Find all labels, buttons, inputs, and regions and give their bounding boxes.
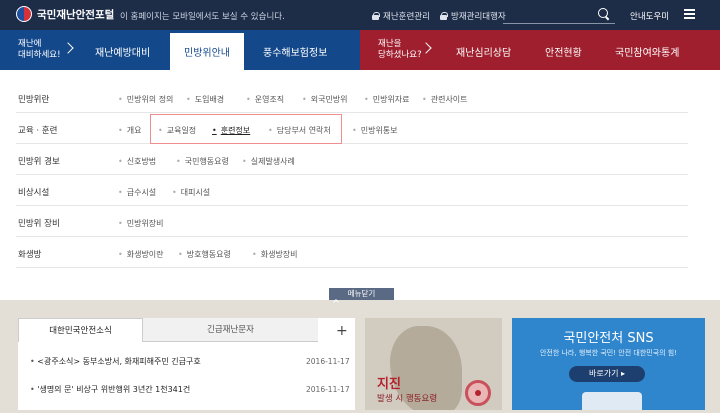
menu-link[interactable]: 민방위자료 xyxy=(364,94,410,105)
row-label: 민방위란 xyxy=(18,95,50,105)
tab-emergency-sms[interactable]: 긴급재난문자 xyxy=(143,318,318,342)
menu-link[interactable]: 화생방장비 xyxy=(252,249,298,260)
nav-item-safety-status[interactable]: 안전현황 xyxy=(545,44,582,59)
menu-link[interactable]: 급수시설 xyxy=(118,187,156,198)
menu-link[interactable]: 관련사이트 xyxy=(422,94,468,105)
menu-row-equipment: 민방위 장비 민방위장비 xyxy=(16,208,688,237)
menu-close-label: 메뉴닫기 xyxy=(347,289,376,298)
nav-left-note: 재난에 대비하세요! xyxy=(18,39,61,60)
tab-safety-news[interactable]: 대한민국안전소식 xyxy=(18,318,143,342)
nav-item-prevention[interactable]: 재난예방대비 xyxy=(95,44,150,59)
earthquake-banner[interactable]: 지진 발생 시 행동요령 xyxy=(365,318,502,410)
agent-link-label: 방재관리대행자 xyxy=(451,12,506,22)
agent-link[interactable]: 방재관리대행자 xyxy=(440,10,506,22)
menu-link[interactable]: 방호행동요령 xyxy=(178,249,231,260)
menu-row-cbr: 화생방 화생방이란 방호행동요령 화생방장비 xyxy=(16,239,688,268)
sns-go-button[interactable]: 바로가기 xyxy=(569,366,645,382)
chevron-up-icon xyxy=(333,299,339,305)
nav-item-civil-defense[interactable]: 민방위안내 xyxy=(170,30,244,70)
row-label: 비상시설 xyxy=(18,188,50,198)
sns-title: 국민안전처 SNS xyxy=(563,331,654,346)
site-logo[interactable]: 국민재난안전포털 xyxy=(16,6,114,22)
earthquake-icon xyxy=(465,380,491,406)
menu-link[interactable]: 외국민방위 xyxy=(302,94,348,105)
banner-title: 지진 xyxy=(377,377,401,392)
lock-icon xyxy=(372,12,380,20)
news-panel: 대한민국안전소식 긴급재난문자 + <광주소식> 동부소방서, 화재피해주민 긴… xyxy=(18,318,355,410)
logo-text: 국민재난안전포털 xyxy=(37,8,115,21)
mobile-notice: 이 홈페이지는 모바일에서도 보실 수 있습니다. xyxy=(120,12,285,22)
menu-link[interactable]: 대피시설 xyxy=(172,187,210,198)
menu-link[interactable]: 민방위의 정의 xyxy=(118,94,174,105)
row-label: 민방위 장비 xyxy=(18,219,60,229)
news-date: 2016-11-17 xyxy=(306,385,350,394)
sns-banner: 국민안전처 SNS 안전한 나라, 행복한 국민! 안전 대한민국의 힘! 바로… xyxy=(512,318,705,410)
more-plus-icon[interactable]: + xyxy=(336,323,348,339)
row-label: 화생방 xyxy=(18,250,42,260)
sns-illustration xyxy=(582,392,642,410)
news-item[interactable]: '생명의 문' 비상구 위반행위 3년간 1천341건 xyxy=(30,384,348,395)
menu-close-button[interactable]: 메뉴닫기 xyxy=(329,288,394,305)
menu-row-alert: 민방위 경보 신호방법 국민행동요령 실제발생사례 xyxy=(16,146,688,175)
menu-link[interactable]: 개요 xyxy=(118,125,142,136)
hamburger-menu-icon[interactable] xyxy=(684,9,695,19)
menu-link[interactable]: 도입배경 xyxy=(186,94,224,105)
training-link[interactable]: 재난훈련관리 xyxy=(372,10,430,22)
row-label: 민방위 경보 xyxy=(18,157,60,167)
menu-row-facilities: 비상시설 급수시설 대피시설 xyxy=(16,177,688,206)
banner-subtitle: 발생 시 행동요령 xyxy=(377,394,438,404)
chevron-right-icon xyxy=(420,42,432,54)
menu-link[interactable]: 실제발생사례 xyxy=(242,156,295,167)
menu-link[interactable]: 국민행동요령 xyxy=(176,156,229,167)
nav-active-label: 민방위안내 xyxy=(184,48,230,59)
news-date: 2016-11-17 xyxy=(306,357,350,366)
emblem-icon xyxy=(16,6,32,22)
top-bar: 국민재난안전포털 이 홈페이지는 모바일에서도 보실 수 있습니다. 재난훈련관… xyxy=(0,0,720,30)
mega-menu: 민방위란 민방위의 정의 도입배경 운영조직 외국민방위 민방위자료 관련사이트… xyxy=(0,70,720,300)
nav-item-participation[interactable]: 국민참여와통계 xyxy=(615,44,679,59)
news-item[interactable]: <광주소식> 동부소방서, 화재피해주민 긴급구호 xyxy=(30,356,348,367)
nav-item-insurance[interactable]: 풍수해보험정보 xyxy=(263,44,327,59)
sns-subtitle: 안전한 나라, 행복한 국민! 안전 대한민국의 힘! xyxy=(539,349,678,357)
menu-row-about: 민방위란 민방위의 정의 도입배경 운영조직 외국민방위 민방위자료 관련사이트 xyxy=(16,84,688,113)
row-label: 교육 · 훈련 xyxy=(18,126,58,136)
search-icon[interactable] xyxy=(598,8,610,20)
menu-link[interactable]: 신호방법 xyxy=(118,156,156,167)
menu-link[interactable]: 화생방이란 xyxy=(118,249,164,260)
menu-link[interactable]: 민방위통보 xyxy=(352,125,398,136)
nav-right-note: 재난을 당하셨나요? xyxy=(378,39,422,60)
chevron-right-icon xyxy=(62,42,74,54)
help-link[interactable]: 안내도우미 xyxy=(630,10,669,22)
training-link-label: 재난훈련관리 xyxy=(383,12,430,22)
highlight-box xyxy=(150,114,342,144)
lock-icon xyxy=(440,12,448,20)
nav-recover: 재난을 당하셨나요? 재난심리상담 안전현황 국민참여와통계 xyxy=(360,30,720,70)
nav-item-counseling[interactable]: 재난심리상담 xyxy=(456,44,511,59)
menu-link[interactable]: 민방위장비 xyxy=(118,218,164,229)
menu-link[interactable]: 운영조직 xyxy=(246,94,284,105)
menu-row-training: 교육 · 훈련 개요 교육일정 훈련정보 담당부서 연락처 민방위통보 xyxy=(16,115,688,144)
